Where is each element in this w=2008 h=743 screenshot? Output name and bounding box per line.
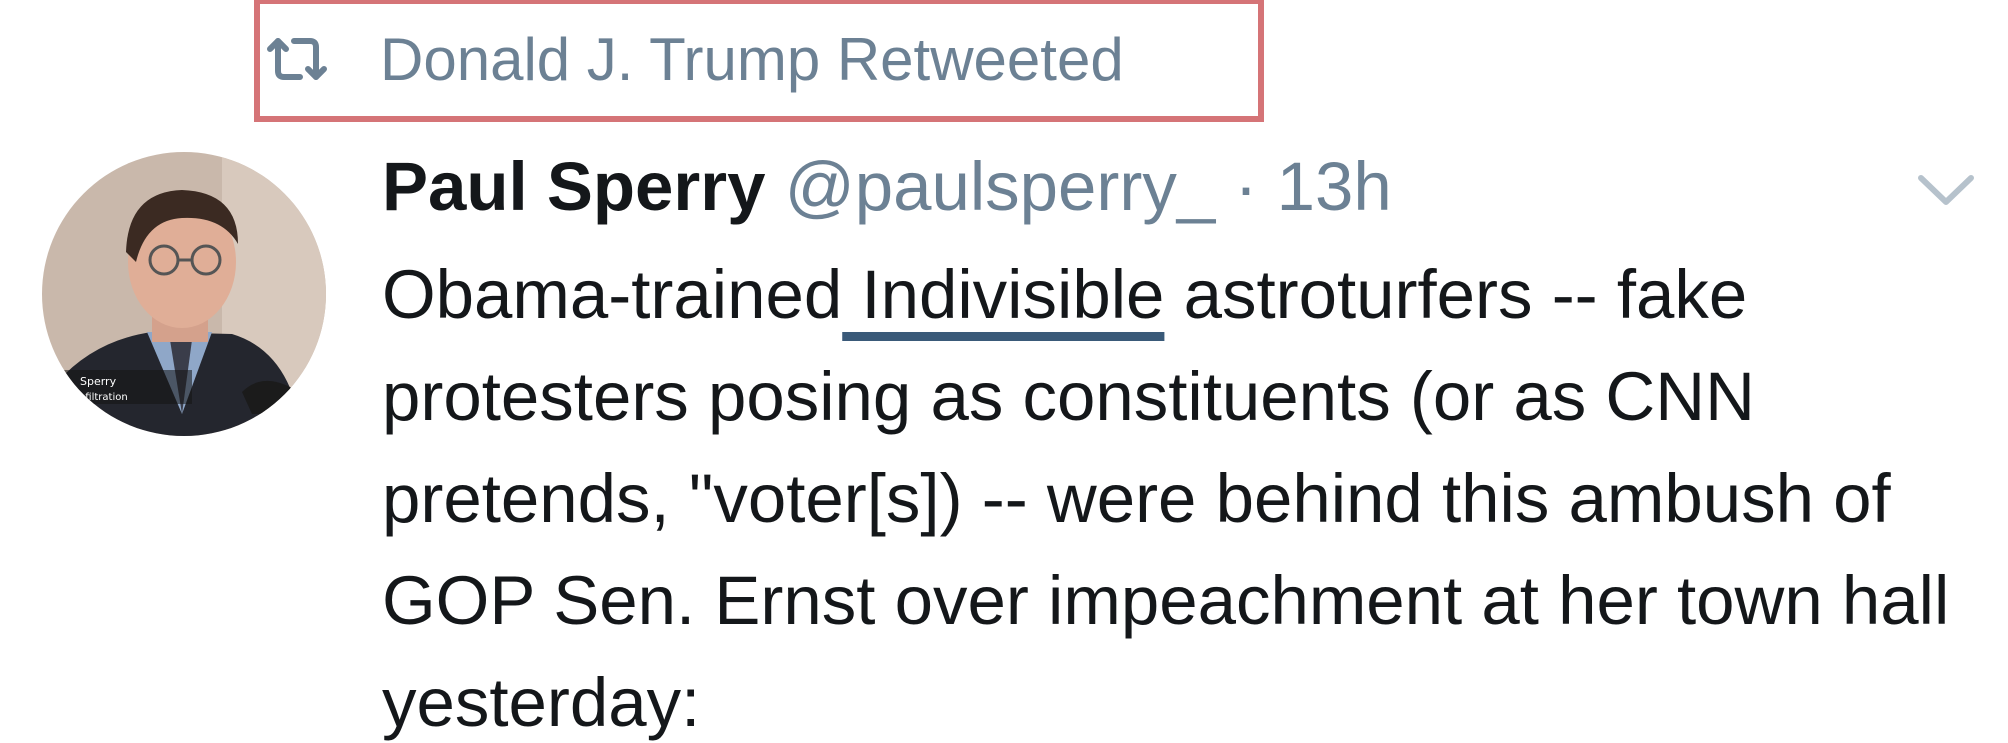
header-separator: · [1234,148,1258,225]
indivisible-link[interactable]: Indivisible [842,256,1164,333]
avatar-caption-line1: Sperry [80,375,117,388]
user-handle[interactable]: @paulsperry_ [785,148,1216,225]
tweet-timestamp[interactable]: 13h [1277,148,1392,225]
display-name[interactable]: Paul Sperry [382,148,766,225]
tweet-body: Obama-trained Indivisible astroturfers -… [382,244,1982,743]
chevron-down-icon[interactable] [1917,172,1975,208]
tweet-text-part1: Obama-trained [382,256,843,333]
avatar[interactable]: Sperry Infiltration [42,152,326,436]
retweet-label[interactable]: Donald J. Trump Retweeted [380,22,1124,98]
avatar-photo: Sperry Infiltration [42,152,326,436]
avatar-caption-line2: Infiltration [76,392,128,403]
tweet-card[interactable]: Donald J. Trump Retweeted Sperry Infiltr… [0,0,2008,743]
retweet-icon [267,38,327,80]
tweet-header: Paul Sperry @paulsperry_ · 13h [382,143,1392,231]
